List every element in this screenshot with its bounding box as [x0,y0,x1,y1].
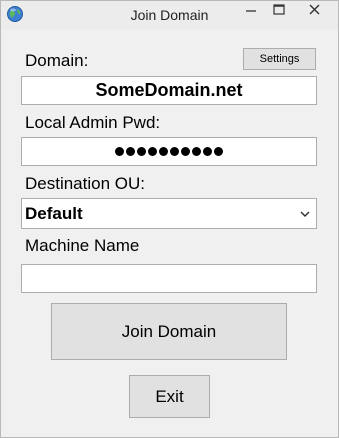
admin-pwd-label: Local Admin Pwd: [25,113,161,132]
password-mask-dot [126,147,135,156]
domain-value: SomeDomain.net [95,80,243,100]
maximize-icon[interactable] [265,1,293,21]
password-mask-dot [159,147,168,156]
title-bar: Join Domain [1,1,338,29]
exit-button[interactable]: Exit [129,375,210,418]
machine-name-value [22,265,316,292]
password-mask-dot [214,147,223,156]
ou-label: Destination OU: [25,174,145,193]
domain-field[interactable]: SomeDomain.net [21,76,317,105]
ou-selected-value: Default [25,204,83,223]
password-mask-dot [181,147,190,156]
password-mask-dot [137,147,146,156]
join-domain-button[interactable]: Join Domain [51,303,287,360]
chevron-down-icon [300,211,310,218]
minimize-icon[interactable] [237,1,265,21]
machine-name-label: Machine Name [25,236,140,255]
settings-button[interactable]: Settings [243,48,316,70]
password-mask [22,138,316,165]
password-mask-dot [192,147,201,156]
password-mask-dot [148,147,157,156]
admin-pwd-field[interactable] [21,137,317,166]
password-mask-dot [203,147,212,156]
password-mask-dot [115,147,124,156]
domain-label: Domain: [25,51,89,70]
machine-name-field[interactable] [21,264,317,293]
ou-dropdown[interactable]: Default [21,198,317,229]
close-icon[interactable] [293,1,337,21]
password-mask-dot [170,147,179,156]
